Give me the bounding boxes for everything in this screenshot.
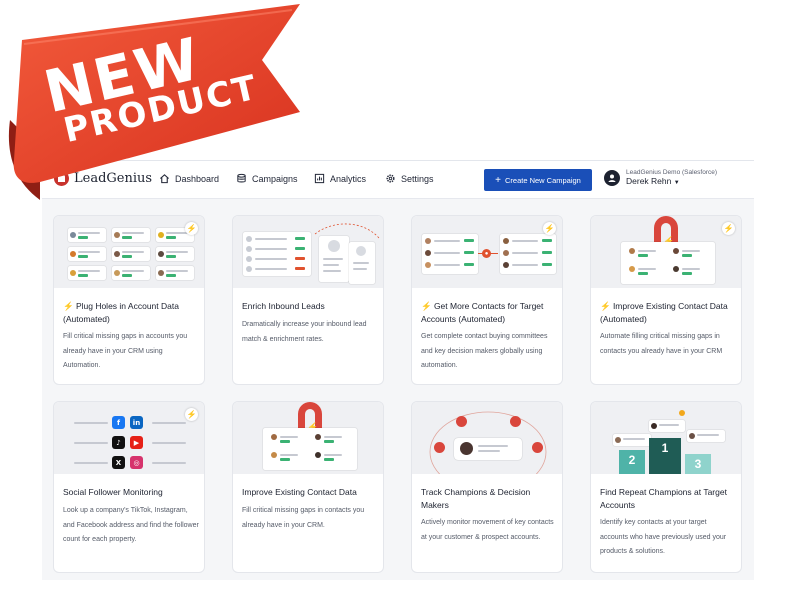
plus-icon: +	[495, 174, 501, 186]
card-track-champions[interactable]: Track Champions & Decision Makers Active…	[411, 401, 563, 573]
brand-logo[interactable]: LeadGenius	[54, 171, 152, 186]
podium-second-label: 2	[628, 453, 636, 467]
card-title: Social Follower Monitoring	[63, 487, 163, 497]
podium-first: 1	[649, 438, 681, 474]
card-illustration: ⚡	[233, 402, 383, 474]
card-description: Identify key contacts at your target acc…	[600, 519, 727, 555]
card-title: Enrich Inbound Leads	[242, 301, 325, 311]
top-navigation-bar: LeadGenius Dashboard Campaigns Analytics…	[42, 161, 754, 199]
card-title: ⚡ Get More Contacts for Target Accounts …	[421, 301, 544, 324]
card-title: ⚡ Plug Holes in Account Data (Automated)	[63, 301, 179, 324]
user-name-text: Derek Rehn	[626, 176, 672, 186]
youtube-icon: ▶	[130, 436, 143, 449]
card-description: Actively monitor movement of key contact…	[421, 519, 554, 541]
facebook-icon: f	[112, 416, 125, 429]
create-new-campaign-label: Create New Campaign	[504, 175, 581, 185]
card-description: Fill critical missing gaps in accounts y…	[63, 333, 188, 369]
nav-dashboard[interactable]: Dashboard	[159, 173, 219, 184]
app-window: LeadGenius Dashboard Campaigns Analytics…	[42, 160, 754, 580]
x-icon: X	[112, 456, 125, 469]
linkedin-icon: in	[130, 416, 143, 429]
lightning-icon: ⚡	[185, 222, 198, 235]
card-illustration: ●	[412, 216, 562, 288]
user-org: LeadGenius Demo (Salesforce)	[626, 169, 718, 176]
card-title: Improve Existing Contact Data	[242, 487, 357, 497]
nav-dashboard-label: Dashboard	[175, 173, 220, 184]
instagram-icon: ◎	[130, 456, 143, 469]
user-name: Derek Rehn ▼	[626, 176, 717, 186]
card-description: Dramatically increase your inbound lead …	[242, 321, 367, 343]
nav-analytics-label: Analytics	[330, 173, 367, 184]
tiktok-icon: ♪	[112, 436, 125, 449]
card-illustration: 2 1 3	[591, 402, 741, 474]
card-description: Fill critical missing gaps in contacts y…	[242, 507, 365, 529]
card-illustration: ⚡	[591, 216, 741, 288]
chevron-down-icon: ▼	[673, 180, 680, 186]
card-description: Automate filling critical missing gaps i…	[600, 333, 723, 355]
card-improve-contact-data[interactable]: ⚡ Improve Existing Contact Data Fill cri…	[232, 401, 384, 573]
card-title: ⚡ Improve Existing Contact Data (Automat…	[600, 301, 728, 324]
database-icon	[237, 173, 246, 183]
leadgenius-logo-icon	[54, 171, 69, 186]
card-illustration: f in ♪ ▶ X ◎	[54, 402, 204, 474]
ribbon-product-text: PRODUCT	[60, 67, 262, 151]
card-improve-contact-data-automated[interactable]: ⚡ ⚡ ⚡ Improve Existing Contact Data (Aut…	[590, 215, 742, 385]
card-social-follower-monitoring[interactable]: f in ♪ ▶ X ◎ ⚡ Social Follower Monitorin…	[53, 401, 205, 573]
podium-first-label: 1	[661, 441, 669, 455]
card-illustration	[233, 216, 383, 288]
nav-campaigns[interactable]: Campaigns	[236, 173, 298, 184]
card-description: Look up a company's TikTok, Instagram, a…	[63, 507, 199, 543]
podium-second: 2	[619, 450, 645, 474]
brand-name: LeadGenius	[74, 171, 153, 186]
card-get-more-contacts[interactable]: ● ⚡ ⚡ Get More Contacts for Target Accou…	[411, 215, 563, 385]
card-find-repeat-champions[interactable]: 2 1 3 Find Repeat Champions at Target Ac…	[590, 401, 742, 573]
home-icon	[160, 174, 169, 184]
gear-icon	[386, 174, 395, 183]
card-title: Track Champions & Decision Makers	[421, 487, 531, 510]
card-plug-holes-account-data[interactable]: ⚡ ⚡ Plug Holes in Account Data (Automate…	[53, 215, 205, 385]
card-illustration	[412, 402, 562, 474]
nav-settings-label: Settings	[401, 173, 434, 184]
create-new-campaign-button[interactable]: + Create New Campaign	[484, 169, 592, 191]
user-avatar-icon	[604, 169, 620, 186]
lightning-icon: ⚡	[543, 222, 556, 235]
nav-analytics[interactable]: Analytics	[314, 173, 366, 184]
lightning-icon: ⚡	[722, 222, 735, 235]
podium-third: 3	[685, 454, 711, 474]
user-account-menu[interactable]: LeadGenius Demo (Salesforce) Derek Rehn …	[604, 169, 717, 186]
card-description: Get complete contact buying committees a…	[421, 333, 548, 369]
podium-third-label: 3	[694, 457, 702, 471]
nav-settings[interactable]: Settings	[385, 173, 434, 184]
nav-campaigns-label: Campaigns	[252, 173, 298, 184]
card-enrich-inbound-leads[interactable]: Enrich Inbound Leads Dramatically increa…	[232, 215, 384, 385]
chart-icon	[314, 173, 325, 184]
card-title: Find Repeat Champions at Target Accounts	[600, 487, 727, 510]
card-illustration	[54, 216, 204, 288]
lightning-icon: ⚡	[185, 408, 198, 421]
ribbon-new-text: NEW	[38, 24, 208, 127]
